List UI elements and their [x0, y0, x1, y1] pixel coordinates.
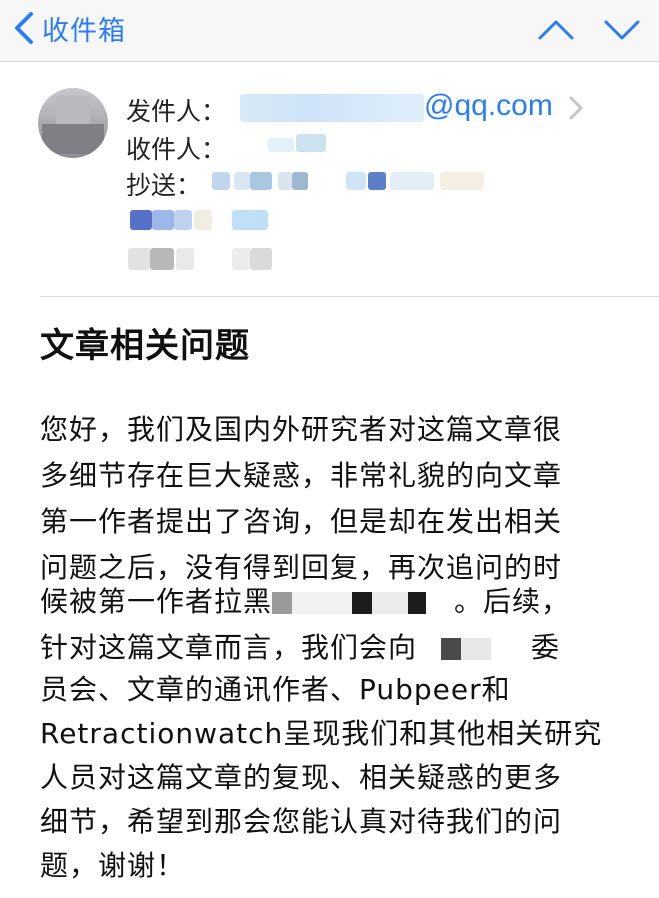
body-line: 第一作者提出了咨询，但是却在发出相关	[40, 505, 563, 538]
body-text: 候被第一作者拉黑	[40, 585, 273, 618]
cc-label: 抄送：	[126, 171, 202, 200]
back-label: 收件箱	[42, 15, 126, 47]
body-text: 委	[531, 631, 561, 664]
to-label: 收件人：	[126, 135, 227, 164]
redacted-cc[interactable]	[250, 172, 272, 190]
body-text: 针对这篇文章而言，我们会向	[40, 631, 418, 664]
redacted-text	[417, 638, 442, 660]
redacted-text	[426, 592, 455, 614]
body-line: 候被第一作者拉黑 。后续，	[40, 580, 570, 620]
redacted-text	[292, 592, 353, 614]
body-line: 多细节存在巨大疑惑，非常礼貌的向文章	[40, 459, 563, 492]
redacted-cc[interactable]	[440, 172, 484, 190]
redacted-recipient[interactable]	[296, 134, 326, 152]
redacted-sender-name[interactable]	[240, 94, 424, 122]
email-subject: 文章相关问题	[40, 326, 250, 366]
nav-bar: 收件箱	[0, 0, 659, 62]
body-line: Retractionwatch呈现我们和其他相关研究	[40, 717, 603, 750]
redacted-cc[interactable]	[176, 248, 194, 270]
chevron-right-icon[interactable]	[568, 95, 584, 121]
body-line: 细节，希望到那会您能认真对待我们的问	[40, 805, 563, 838]
back-button[interactable]: 收件箱	[14, 8, 126, 48]
chevron-left-icon	[15, 12, 33, 44]
redacted-cc[interactable]	[346, 172, 366, 190]
redacted-cc[interactable]	[194, 210, 212, 230]
redacted-cc[interactable]	[232, 248, 250, 270]
redacted-cc[interactable]	[234, 172, 250, 190]
redacted-cc[interactable]	[174, 210, 192, 230]
redacted-text	[272, 592, 293, 614]
redacted-recipient[interactable]	[268, 138, 294, 152]
body-line: 员会、文章的通讯作者、Pubpeer和	[40, 673, 511, 706]
redacted-cc[interactable]	[150, 248, 174, 270]
redacted-text	[441, 638, 462, 660]
body-line: 您好，我们及国内外研究者对这篇文章很	[40, 413, 563, 446]
redacted-text	[372, 592, 409, 614]
body-text: 。后续，	[454, 585, 571, 618]
redacted-text	[491, 638, 532, 660]
chevron-up-icon[interactable]	[536, 14, 576, 44]
body-line: 针对这篇文章而言，我们会向 委	[40, 626, 560, 666]
redacted-cc[interactable]	[278, 172, 292, 190]
body-line: 人员对这篇文章的复现、相关疑惑的更多	[40, 761, 563, 794]
chevron-down-icon[interactable]	[602, 14, 642, 44]
redacted-text	[461, 638, 492, 660]
redacted-cc[interactable]	[292, 172, 308, 190]
redacted-cc[interactable]	[390, 172, 434, 190]
redacted-cc[interactable]	[128, 248, 150, 270]
sender-email[interactable]: @qq.com	[424, 89, 553, 123]
redacted-cc[interactable]	[250, 248, 272, 270]
redacted-cc[interactable]	[368, 172, 386, 190]
sender-avatar[interactable]	[38, 88, 108, 158]
redacted-cc[interactable]	[152, 210, 174, 230]
redacted-cc[interactable]	[232, 210, 268, 230]
redacted-text	[352, 592, 373, 614]
header-divider	[40, 296, 659, 297]
redacted-cc[interactable]	[212, 172, 230, 190]
from-label: 发件人：	[126, 97, 227, 126]
redacted-text	[408, 592, 427, 614]
body-line: 题，谢谢！	[40, 849, 186, 882]
redacted-cc[interactable]	[130, 210, 152, 230]
